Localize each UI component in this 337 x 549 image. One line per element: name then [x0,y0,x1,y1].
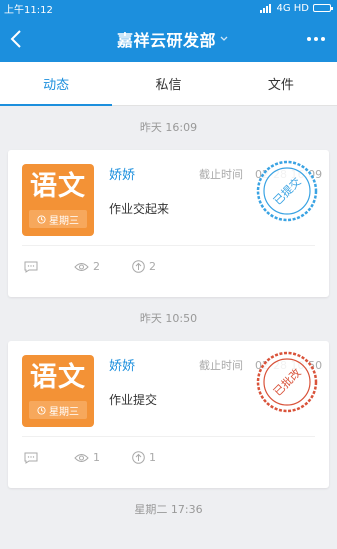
assignment-card[interactable]: 语文 星期三 娇娇 截止时间02-28 16:09 作业交起来 已提交 [8,150,329,297]
more-button[interactable] [306,31,325,47]
deadline-label: 截止时间 [199,168,243,181]
chevron-down-icon [220,36,228,41]
assignment-content: 作业提交 [109,393,158,407]
view-count[interactable]: 2 [74,260,100,273]
subject-day-label: 星期三 [49,215,79,227]
eye-icon [74,453,89,462]
deadline-label: 截止时间 [199,359,243,372]
view-count[interactable]: 1 [74,451,100,464]
card-divider [22,436,315,437]
view-count-value: 1 [93,451,100,464]
arrow-up-circle-icon [132,260,145,273]
subject-badge: 语文 星期三 [22,164,94,236]
date-separator: 星期二 17:36 [134,503,203,516]
tab-messages[interactable]: 私信 [112,62,224,105]
comment-icon [24,261,38,273]
author-name[interactable]: 娇娇 [109,355,135,374]
view-count-value: 2 [93,260,100,273]
upvote-button[interactable]: 1 [132,451,156,464]
subject-day-label: 星期三 [49,406,79,418]
author-name[interactable]: 娇娇 [109,164,135,183]
status-time: 上午11:12 [4,4,53,16]
upvote-count-value: 2 [149,260,156,273]
clock-icon [37,214,46,224]
subject-day-tag: 星期三 [29,401,87,419]
back-button[interactable] [10,25,38,53]
dot-icon [320,37,325,41]
chevron-left-icon [10,30,21,48]
battery-icon [313,4,333,12]
upvote-count-value: 1 [149,451,156,464]
date-separator: 昨天 16:09 [139,121,198,134]
dot-icon [313,37,318,41]
clock-icon [37,405,46,415]
comment-button[interactable] [24,261,38,273]
card-actions: 1 1 [24,451,156,464]
status-stamp: 已批改 [256,351,318,413]
network-label: 4G HD [276,2,309,14]
assignment-card[interactable]: 语文 星期三 娇娇 截止时间02-28 10:50 作业提交 已批改 [8,341,329,488]
card-divider [22,245,315,246]
signal-icon [260,3,272,13]
nav-bar: 嘉祥云研发部 [0,16,337,62]
arrow-up-circle-icon [132,451,145,464]
feed-list: 昨天 16:09 语文 星期三 娇娇 截止时间02-28 16:09 作业交起来… [0,106,337,532]
tab-files[interactable]: 文件 [225,62,337,105]
tab-bar: 动态 私信 文件 [0,62,337,106]
eye-icon [74,262,89,271]
subject-name: 语文 [30,171,86,202]
tab-activity[interactable]: 动态 [0,62,113,106]
status-stamp: 已提交 [256,160,318,222]
page-title: 嘉祥云研发部 [116,31,216,50]
subject-name: 语文 [30,362,86,393]
upvote-button[interactable]: 2 [132,260,156,273]
dot-icon [306,37,311,41]
comment-button[interactable] [24,452,38,464]
card-actions: 2 2 [24,260,156,273]
subject-badge: 语文 星期三 [22,355,94,427]
title-dropdown[interactable]: 嘉祥云研发部 [117,27,228,51]
status-bar: 上午11:12 4G HD [0,0,337,16]
comment-icon [24,452,38,464]
subject-day-tag: 星期三 [29,210,87,228]
date-separator: 昨天 10:50 [139,312,198,325]
assignment-content: 作业交起来 [109,202,170,216]
